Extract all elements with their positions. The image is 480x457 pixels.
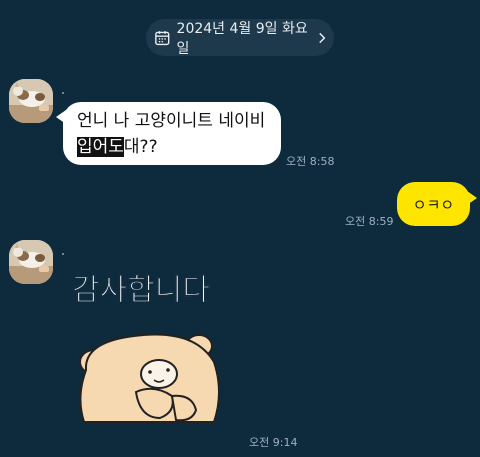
incoming-message-bubble[interactable]: 언니 나 고양이니트 네이비 입어도대??: [56, 102, 281, 165]
message-text: 언니 나 고양이니트 네이비: [77, 111, 266, 131]
bear-sticker[interactable]: 감사합니다: [64, 262, 249, 437]
message-time: 오전 8:59: [345, 215, 394, 228]
avatar[interactable]: [9, 79, 53, 123]
message-text: ㅇㅋㅇ: [412, 195, 455, 214]
outgoing-message-bubble[interactable]: ㅇㅋㅇ: [397, 182, 477, 226]
date-header[interactable]: 2024년 4월 9일 화요일: [146, 19, 334, 57]
message-highlighted-text: 입어도: [77, 137, 124, 157]
message-time: 오전 9:14: [249, 436, 298, 449]
message-text-tail: 대??: [123, 137, 158, 157]
sender-indicator: [62, 92, 64, 94]
message-time: 오전 8:58: [286, 155, 335, 168]
sender-indicator: [62, 253, 64, 255]
avatar[interactable]: [9, 240, 53, 284]
date-header-label: 2024년 4월 9일 화요일: [176, 20, 308, 57]
calendar-icon: [155, 30, 170, 45]
sticker-text: 감사합니다: [72, 273, 210, 308]
chevron-right-icon: [319, 32, 326, 43]
